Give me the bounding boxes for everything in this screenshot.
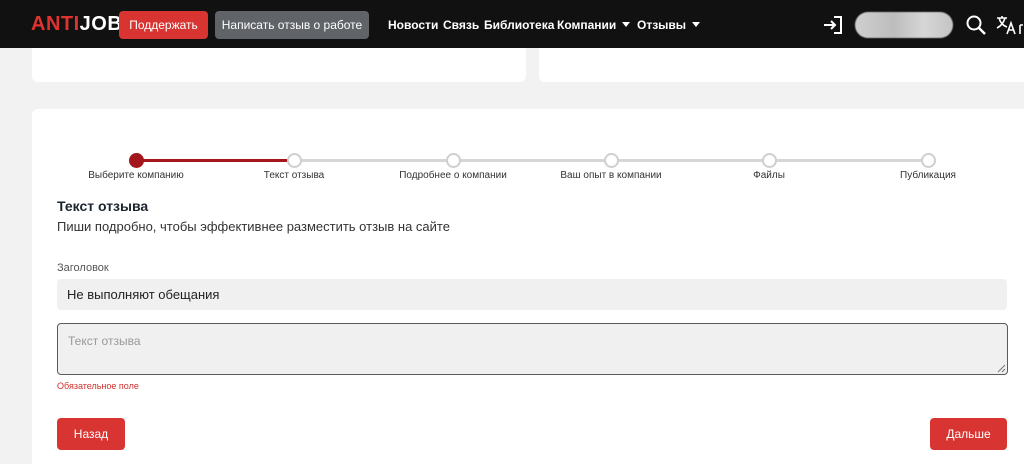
nav-contact[interactable]: Связь	[443, 18, 479, 32]
top-card-left	[32, 48, 526, 82]
step-dot-1[interactable]	[129, 153, 144, 168]
next-button[interactable]: Дальше	[930, 418, 1007, 450]
translate-icon[interactable]	[996, 14, 1024, 36]
step-label-experience: Ваш опыт в компании	[560, 170, 662, 181]
support-button[interactable]: Поддержать	[119, 11, 208, 39]
chevron-down-icon	[692, 22, 701, 27]
step-dot-5[interactable]	[762, 153, 777, 168]
top-card-right	[539, 48, 1024, 82]
step-label-review-text: Текст отзыва	[263, 170, 325, 181]
step-label-files: Файлы	[753, 170, 785, 181]
review-text-area[interactable]	[57, 323, 1008, 375]
logo-job: JOB	[79, 13, 123, 35]
stepper-progress-line	[136, 159, 294, 162]
chevron-down-icon	[622, 22, 631, 27]
step-dot-6[interactable]	[921, 153, 936, 168]
top-navbar: ANTIJOB Поддержать Написать отзыв о рабо…	[0, 0, 1024, 48]
section-subtitle: Пиши подробно, чтобы эффективнее размест…	[57, 219, 450, 234]
write-review-button[interactable]: Написать отзыв о работе	[215, 11, 369, 39]
nav-companies[interactable]: Компании	[557, 18, 631, 32]
back-button[interactable]: Назад	[57, 418, 125, 450]
required-error-text: Обязательное поле	[57, 381, 139, 391]
step-label-company-details: Подробнее о компании	[399, 170, 507, 181]
section-title: Текст отзыва	[57, 198, 149, 214]
logo-anti: ANTI	[31, 13, 80, 35]
step-label-publication: Публикация	[900, 170, 956, 181]
nav-library[interactable]: Библиотека	[484, 18, 554, 32]
search-icon[interactable]	[965, 14, 987, 36]
heading-input[interactable]	[57, 279, 1007, 310]
step-dot-2[interactable]	[287, 153, 302, 168]
login-icon[interactable]	[822, 14, 844, 36]
step-dot-4[interactable]	[604, 153, 619, 168]
user-avatar-pill[interactable]	[855, 12, 953, 38]
step-dot-3[interactable]	[446, 153, 461, 168]
nav-news[interactable]: Новости	[388, 18, 438, 32]
nav-reviews[interactable]: Отзывы	[637, 18, 701, 32]
nav-reviews-label: Отзывы	[637, 18, 687, 32]
logo[interactable]: ANTIJOB	[31, 13, 122, 36]
step-label-choose-company: Выберите компанию	[88, 170, 184, 181]
resize-grip-icon[interactable]	[997, 364, 1006, 373]
nav-companies-label: Компании	[557, 18, 617, 32]
heading-label: Заголовок	[57, 262, 109, 274]
